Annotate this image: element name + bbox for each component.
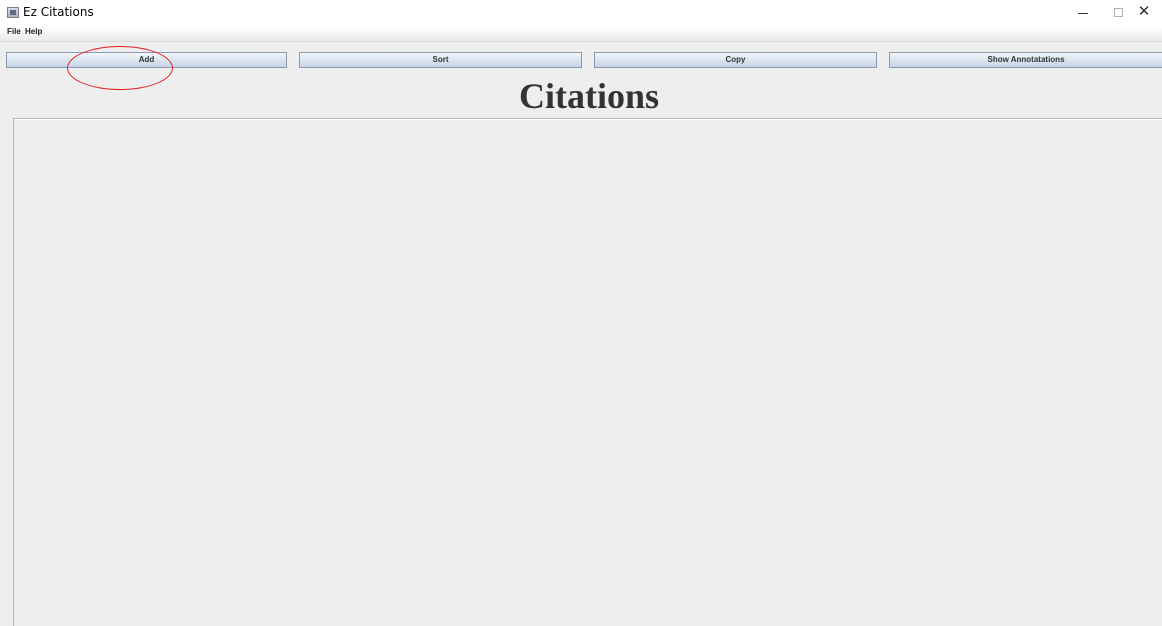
- copy-button[interactable]: Copy: [594, 52, 877, 68]
- sort-button[interactable]: Sort: [299, 52, 582, 68]
- java-app-icon: [7, 7, 19, 18]
- menu-bar: File Help: [0, 26, 1162, 42]
- window-title: Ez Citations: [23, 5, 94, 19]
- menu-help[interactable]: Help: [25, 27, 42, 36]
- close-icon[interactable]: ✕: [1129, 2, 1159, 22]
- add-button[interactable]: Add: [6, 52, 287, 68]
- citations-list-panel[interactable]: [13, 118, 1162, 626]
- minimize-icon[interactable]: [1068, 2, 1098, 22]
- title-bar[interactable]: Ez Citations ✕: [0, 0, 1162, 26]
- menu-file[interactable]: File: [7, 27, 21, 36]
- app-window: Ez Citations ✕ File Help Add Sort Copy S…: [0, 0, 1162, 626]
- page-title: Citations: [518, 76, 659, 116]
- show-annotations-button[interactable]: Show Annotatations: [889, 52, 1162, 68]
